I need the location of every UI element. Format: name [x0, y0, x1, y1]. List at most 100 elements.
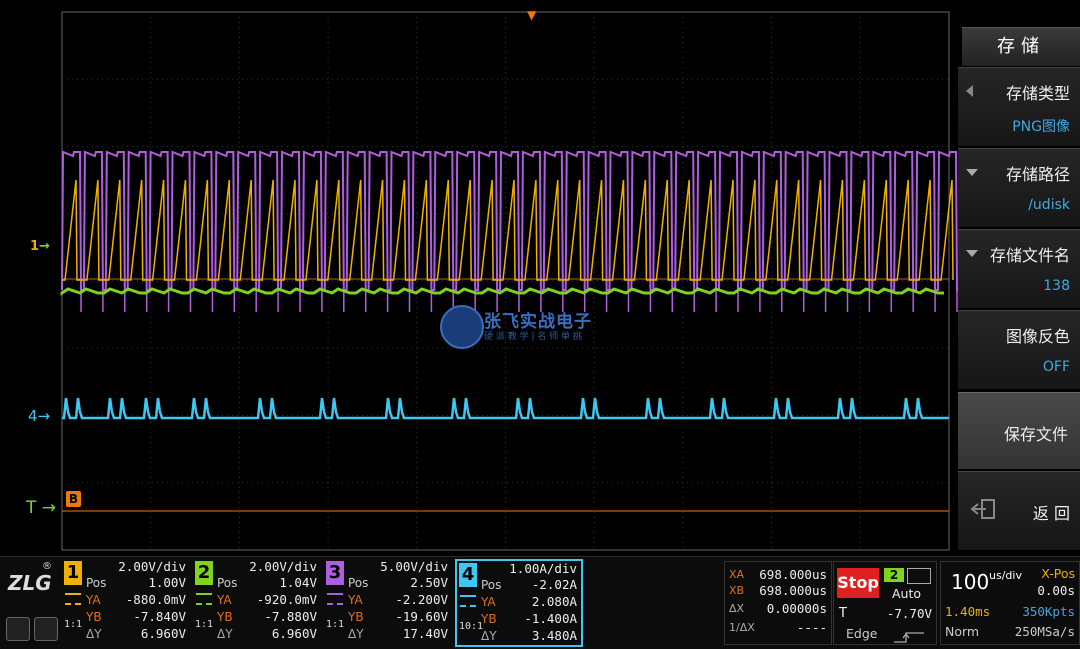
cursor-inv-label: 1/ΔX [729, 621, 755, 634]
trigger-type: Edge [846, 626, 878, 641]
yb-value: -7.840V [133, 609, 186, 624]
registered-icon: ® [42, 561, 52, 572]
dy-value: 3.480A [531, 628, 577, 643]
dy-value: 17.40V [402, 626, 448, 641]
ya-value: 2.080A [531, 594, 577, 609]
yb-label: YB [217, 610, 233, 624]
caret-left-icon [966, 85, 973, 97]
pos-value: 2.50V [410, 575, 448, 590]
channel-4-panel[interactable]: 4 1.00A/div Pos -2.02A YA 2.080A YB -1.400A 10:1… [455, 559, 583, 647]
status-bar: ZLG ® 1 2.00V/div Pos 1.00V YA -880.0mV YB -7.8… [0, 556, 1080, 649]
timebase-value: 100 [951, 570, 990, 594]
ch1-marker[interactable]: 1→ [30, 239, 50, 254]
dy-label: ΔY [348, 627, 364, 641]
menu-storage-type-label: 存储类型 [1005, 84, 1070, 103]
channel-number[interactable]: 1 [64, 561, 82, 585]
xpos-value: 0.00s [1037, 583, 1075, 598]
channel-number[interactable]: 2 [195, 561, 213, 585]
menu-storage-path-label: 存储路径 [1005, 165, 1070, 184]
memory-window: 1.40ms [945, 604, 991, 619]
probe-ratio: 1:1 [326, 619, 345, 630]
menu-file-name-label: 存储文件名 [989, 246, 1070, 265]
menu-storage-path[interactable]: 存储路径 /udisk [958, 148, 1080, 227]
cursor-panel[interactable]: XA 698.000us XB 698.000us ΔX 0.00000s 1/… [724, 561, 832, 645]
ya-value: -880.0mV [125, 592, 186, 607]
run-stop-button[interactable]: Stop [837, 568, 879, 598]
dy-label: ΔY [217, 627, 233, 641]
waveform-display[interactable]: ▼ 1→ 4→ T → B 张飞实战电子 硬 派 教 学 | 名 师 单 挑 [0, 0, 958, 556]
touch-lock-icon[interactable] [6, 617, 30, 641]
trigger-coupling-icon [907, 568, 931, 584]
pos-label: Pos [86, 576, 107, 590]
trigger-panel[interactable]: Stop 2 Auto T -7.70V Edge [833, 561, 937, 645]
yb-label: YB [86, 610, 102, 624]
exit-icon [970, 498, 996, 520]
save-file-label: 保存文件 [1003, 425, 1068, 444]
cursor-xa-label: XA [729, 568, 745, 581]
menu-storage-type-value: PNG图像 [1012, 119, 1070, 135]
memory-depth: 350Kpts [1022, 604, 1075, 619]
brand-logo: ZLG [8, 571, 52, 595]
ya-label: YA [217, 593, 232, 607]
pos-value: -2.02A [531, 577, 577, 592]
volts-per-div: 2.00V/div [118, 559, 186, 574]
menu-storage-type[interactable]: 存储类型 PNG图像 [958, 67, 1080, 146]
cursor-dx-label: ΔX [729, 602, 745, 615]
channel-number[interactable]: 3 [326, 561, 344, 585]
menu-invert[interactable]: 图像反色 OFF [958, 310, 1080, 389]
cursor-xb-label: XB [729, 584, 745, 597]
caret-down-icon [966, 169, 978, 176]
dy-label: ΔY [481, 629, 497, 643]
pos-label: Pos [481, 578, 502, 592]
dy-label: ΔY [86, 627, 102, 641]
watermark-logo-icon [440, 305, 484, 349]
ch1-marker-label: 1 [30, 239, 40, 254]
ch4-marker[interactable]: 4→ [28, 407, 50, 425]
channel-1-panel[interactable]: 1 2.00V/div Pos 1.00V YA -880.0mV YB -7.840V 1:1… [62, 559, 190, 647]
acquire-mode: Norm [945, 624, 980, 639]
pos-label: Pos [217, 576, 238, 590]
probe-ratio: 1:1 [64, 619, 83, 630]
channel-3-panel[interactable]: 3 5.00V/div Pos 2.50V YA -2.200V YB -19.60V 1:1 Δ… [324, 559, 452, 647]
menu-file-name-value: 138 [1043, 278, 1070, 294]
timebase-panel[interactable]: 100 us/div X-Pos 0.00s 1.40ms 350Kpts No… [940, 561, 1080, 645]
volts-per-div: 5.00V/div [380, 559, 448, 574]
dy-value: 6.960V [140, 626, 186, 641]
back-label: 返 回 [1032, 504, 1070, 523]
yb-value: -1.400A [524, 611, 577, 626]
ya-label: YA [86, 593, 101, 607]
trigger-level-marker[interactable]: T → [26, 498, 56, 518]
screenshot-icon[interactable] [34, 617, 58, 641]
back-button[interactable]: 返 回 [958, 471, 1080, 550]
save-file-button[interactable]: 保存文件 [958, 392, 1080, 469]
menu-invert-label: 图像反色 [1005, 327, 1070, 346]
rising-edge-icon [894, 628, 926, 643]
yb-label: YB [348, 610, 364, 624]
dc-coupling-icon [196, 593, 212, 605]
sample-rate: 250MSa/s [1014, 624, 1075, 639]
ya-label: YA [481, 595, 496, 609]
waveform-canvas [60, 11, 958, 551]
timebase-unit: us/div [989, 569, 1022, 582]
cursor-xa-value: 698.000us [759, 567, 827, 582]
dc-coupling-icon [460, 595, 476, 607]
bus-badge[interactable]: B [66, 491, 81, 507]
yb-value: -19.60V [395, 609, 448, 624]
probe-ratio: 10:1 [459, 621, 484, 632]
pos-value: 1.00V [148, 575, 186, 590]
yb-value: -7.880V [264, 609, 317, 624]
menu-storage-path-value: /udisk [1028, 197, 1070, 213]
trigger-position-marker[interactable]: ▼ [527, 8, 536, 22]
volts-per-div: 1.00A/div [509, 561, 577, 576]
probe-ratio: 1:1 [195, 619, 214, 630]
dc-coupling-icon [327, 593, 343, 605]
caret-down-icon [966, 250, 978, 257]
trigger-level-value: -7.70V [886, 606, 932, 621]
channel-number[interactable]: 4 [459, 563, 477, 587]
yb-label: YB [481, 612, 497, 626]
channel-2-panel[interactable]: 2 2.00V/div Pos 1.04V YA -920.0mV YB -7.880V 1:1… [193, 559, 321, 647]
ch4-marker-arrow: → [37, 407, 51, 425]
menu-file-name[interactable]: 存储文件名 138 [958, 229, 1080, 308]
cursor-xb-value: 698.000us [759, 583, 827, 598]
xpos-label: X-Pos [1041, 566, 1075, 581]
